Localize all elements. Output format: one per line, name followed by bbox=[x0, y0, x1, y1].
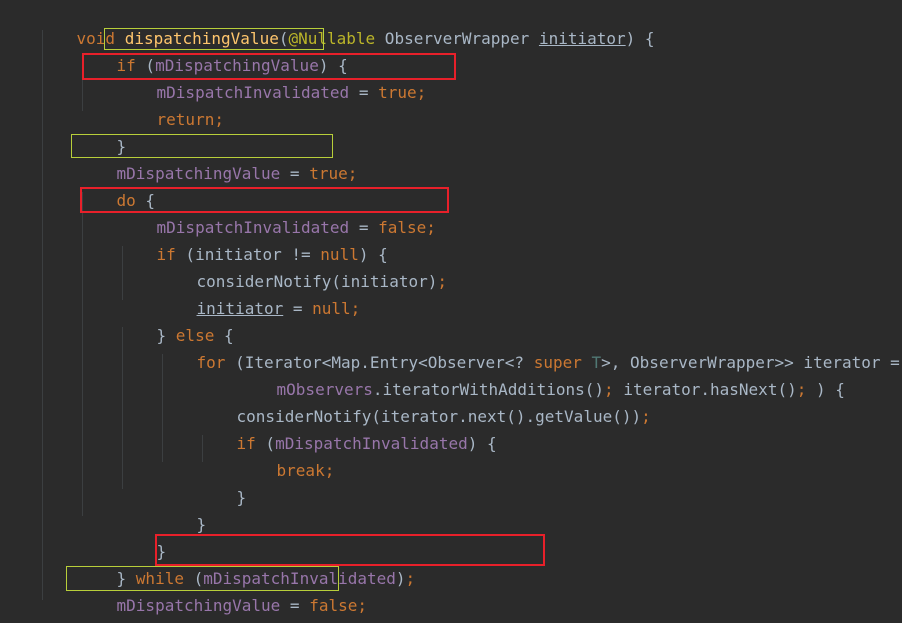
code-line-if-initiator[interactable]: if (initiator != null) { bbox=[118, 214, 388, 264]
highlight-box-yellow bbox=[66, 566, 339, 591]
code-line-signature[interactable]: void dispatchingValue(@Nullable Observer… bbox=[38, 0, 655, 48]
highlight-box-red bbox=[155, 534, 545, 566]
field-reference: mDispatchingValue bbox=[116, 596, 281, 615]
operator: = bbox=[280, 596, 310, 615]
punctuation: } bbox=[236, 488, 247, 507]
code-line-initiator-null[interactable]: initiator = null; bbox=[158, 268, 361, 318]
punctuation: ) { bbox=[806, 380, 845, 399]
keyword: return bbox=[156, 110, 215, 129]
code-line-for-continuation[interactable]: mObservers.iteratorWithAdditions(); iter… bbox=[238, 349, 845, 399]
param-name: initiator bbox=[538, 29, 626, 48]
semicolon: ; bbox=[324, 461, 335, 480]
operator: = bbox=[283, 299, 313, 318]
code-line-close-brace[interactable]: } bbox=[198, 457, 247, 507]
code-line-return[interactable]: return; bbox=[118, 79, 224, 129]
highlight-box-red bbox=[82, 53, 456, 80]
code-line-close-brace[interactable]: } bbox=[78, 106, 127, 156]
semicolon: ; bbox=[214, 110, 224, 129]
code-line-consider-iterator[interactable]: considerNotify(iterator.next().getValue(… bbox=[198, 376, 651, 426]
semicolon: ; bbox=[416, 83, 427, 102]
semicolon: ; bbox=[796, 380, 807, 399]
punctuation: ) bbox=[395, 569, 406, 588]
keyword: true bbox=[309, 164, 348, 183]
keyword: null bbox=[312, 299, 351, 318]
operator: = bbox=[349, 83, 379, 102]
punctuation: ) { bbox=[467, 434, 497, 453]
keyword: true bbox=[378, 83, 417, 102]
semicolon: ; bbox=[426, 218, 436, 237]
semicolon: ; bbox=[437, 272, 447, 291]
code-line-break[interactable]: break; bbox=[238, 430, 335, 480]
indent-guide bbox=[42, 30, 43, 600]
code-line-do[interactable]: do { bbox=[78, 160, 156, 210]
param-type: ObserverWrapper bbox=[375, 29, 539, 48]
code-editor[interactable]: void dispatchingValue(@Nullable Observer… bbox=[0, 0, 902, 623]
highlight-box-yellow bbox=[71, 134, 333, 158]
highlight-box-yellow bbox=[104, 28, 324, 50]
code-line-close-brace[interactable]: } bbox=[158, 484, 207, 534]
semicolon: ; bbox=[357, 596, 368, 615]
keyword: for bbox=[196, 353, 226, 372]
code-line-if-invalidated[interactable]: if (mDispatchInvalidated) { bbox=[198, 403, 497, 453]
semicolon: ; bbox=[641, 407, 651, 426]
punctuation: } bbox=[196, 515, 207, 534]
code-line-else[interactable]: } else { bbox=[118, 295, 234, 345]
punctuation: ) { bbox=[625, 29, 655, 48]
code-line-method-close[interactable]: } bbox=[38, 592, 86, 619]
keyword: break bbox=[276, 461, 325, 480]
keyword: false bbox=[309, 596, 358, 615]
operator: = bbox=[280, 164, 310, 183]
semicolon: ; bbox=[350, 299, 361, 318]
semicolon: ; bbox=[405, 569, 416, 588]
code-line-consider-initiator[interactable]: considerNotify(initiator); bbox=[158, 241, 447, 291]
code-line-for[interactable]: for (Iterator<Map.Entry<Observer<? super… bbox=[158, 322, 900, 372]
highlight-box-red bbox=[80, 187, 449, 213]
semicolon: ; bbox=[347, 164, 358, 183]
